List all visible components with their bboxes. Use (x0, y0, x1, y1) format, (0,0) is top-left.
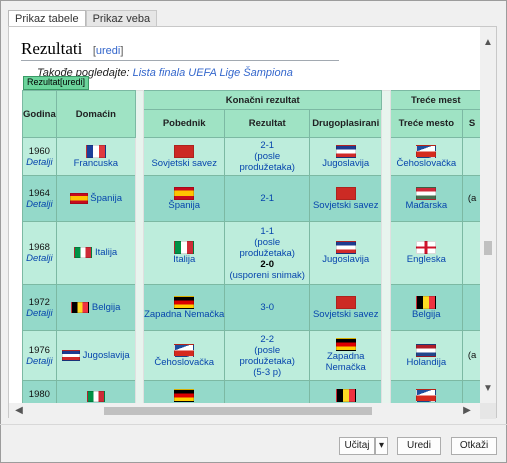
host-link[interactable]: Jugoslavija (83, 350, 130, 361)
header-rezultat: Rezultat (224, 109, 310, 138)
flag-icon (174, 389, 195, 402)
flag-icon (174, 343, 195, 357)
table-row: 1968 Detalji Italija Italija 1-1 (posle pr… (22, 221, 482, 285)
scroll-corner (480, 403, 496, 419)
scroll-down-icon[interactable]: ▼ (480, 381, 496, 397)
header-trece-mesto: Treće mesto (389, 109, 464, 138)
details-link[interactable]: Detalji (23, 308, 56, 319)
content-area: Rezultati [uredi] Takođe pogledajte: Lis… (9, 27, 482, 403)
table-caption: Rezultat[uredi] (23, 76, 90, 90)
scroll-right-icon[interactable]: ▶ (459, 403, 475, 419)
section-title: Rezultati (21, 39, 83, 58)
column-separator (134, 90, 145, 403)
flag-icon (335, 338, 356, 351)
column-separator (381, 90, 391, 403)
third-link[interactable]: Holandija (407, 357, 447, 368)
winner-link[interactable]: Čehoslovačka (154, 357, 214, 368)
flag-icon (416, 295, 437, 309)
flag-icon (335, 186, 356, 200)
header-trece-mesto-group: Treće mest (389, 90, 482, 110)
header-domacin: Domaćin (55, 90, 136, 138)
scroll-left-icon[interactable]: ◀ (11, 403, 27, 419)
vertical-scroll-thumb[interactable] (484, 241, 492, 255)
results-table: Godina Domaćin Konačni rezultat Treće me… (22, 90, 482, 403)
host-link[interactable]: Francuska (74, 158, 118, 169)
flag-icon (69, 192, 88, 204)
flag-icon (335, 144, 356, 158)
runner-link[interactable]: Sovjetski savez (313, 200, 378, 211)
horizontal-scroll-thumb[interactable] (104, 407, 372, 415)
flag-icon (174, 241, 195, 254)
third-link[interactable]: Engleska (407, 254, 446, 265)
header-konacni-rezultat: Konačni rezultat (142, 90, 383, 110)
edit-button[interactable]: Uredi (397, 437, 441, 455)
flag-icon (416, 186, 437, 200)
winner-link[interactable]: Španija (168, 200, 200, 211)
host-link[interactable]: Italija (95, 248, 117, 259)
winner-link[interactable]: Italija (173, 254, 195, 265)
flag-icon (174, 144, 195, 158)
flag-icon (335, 241, 356, 254)
tab-table-view[interactable]: Prikaz tabele (8, 10, 86, 27)
view-tabs: Prikaz tabele Prikaz veba (8, 10, 158, 27)
third-link[interactable]: Čehoslovačka (396, 158, 456, 169)
winner-link[interactable]: Sovjetski savez (151, 158, 216, 169)
chevron-down-icon: ▾ (378, 440, 385, 451)
section-edit: [uredi] (92, 45, 124, 57)
flag-icon (416, 343, 437, 357)
runner-link[interactable]: Sovjetski savez (313, 309, 378, 320)
load-button[interactable]: Učitaj (339, 437, 375, 455)
table-row: 1972 Detalji Belgija Zapadna Nemačka 3-0 … (22, 284, 482, 331)
host-link[interactable]: Španija (90, 193, 122, 204)
table-row: 1980 (22, 380, 482, 403)
section-heading: Rezultati [uredi] (21, 39, 339, 61)
header-extra: S (462, 109, 482, 138)
vertical-scrollbar[interactable]: ▲ ▼ (480, 27, 496, 403)
details-link[interactable]: Detalji (23, 356, 56, 367)
details-link[interactable]: Detalji (23, 253, 56, 264)
runner-link[interactable]: Jugoslavija (322, 158, 369, 169)
table-row: 1960 Detalji Francuska Sovjetski savez 2-… (22, 137, 482, 176)
load-dropdown-button[interactable]: ▾ (375, 437, 388, 455)
flag-icon (335, 389, 356, 402)
third-link[interactable]: Mađarska (405, 200, 447, 211)
third-link[interactable]: Belgija (412, 309, 441, 320)
runner-link[interactable]: Zapadna Nemačka (326, 351, 366, 373)
tab-web-view[interactable]: Prikaz veba (85, 10, 158, 27)
preview-panel: Rezultati [uredi] Takođe pogledajte: Lis… (8, 26, 497, 419)
details-link[interactable]: Detalji (23, 157, 56, 168)
winner-link[interactable]: Zapadna Nemačka (144, 309, 224, 320)
flag-icon (71, 301, 90, 313)
flag-icon (61, 349, 80, 361)
flag-icon (74, 247, 93, 259)
horizontal-scrollbar[interactable]: ◀ ▶ (9, 403, 482, 419)
header-pobednik: Pobednik (142, 109, 226, 138)
flag-icon (174, 186, 195, 200)
host-link[interactable]: Belgija (92, 302, 121, 313)
section-edit-link[interactable]: uredi (96, 45, 120, 57)
header-godina: Godina (22, 90, 57, 138)
flag-icon (416, 389, 437, 402)
table-row: 1964 Detalji Španija Španija 2-1 Sovjetsk… (22, 175, 482, 222)
flag-icon (416, 144, 437, 158)
table-row: 1976 Detalji Jugoslavija Čehoslovačka 2-2… (22, 330, 482, 381)
details-link[interactable]: Detalji (23, 199, 56, 210)
cancel-button[interactable]: Otkaži (451, 437, 497, 455)
flag-icon (85, 144, 106, 158)
runner-link[interactable]: Jugoslavija (322, 254, 369, 265)
flag-icon (416, 241, 437, 254)
scroll-up-icon[interactable]: ▲ (480, 35, 496, 51)
footer-divider (0, 424, 507, 425)
header-drugoplasirani: Drugoplasirani (308, 109, 383, 138)
flag-icon (174, 295, 195, 309)
hatnote-link[interactable]: Lista finala UEFA Lige Šampiona (133, 67, 293, 79)
flag-icon (335, 295, 356, 309)
flag-icon (86, 391, 105, 402)
caption-edit-link[interactable]: [uredi] (60, 77, 85, 87)
